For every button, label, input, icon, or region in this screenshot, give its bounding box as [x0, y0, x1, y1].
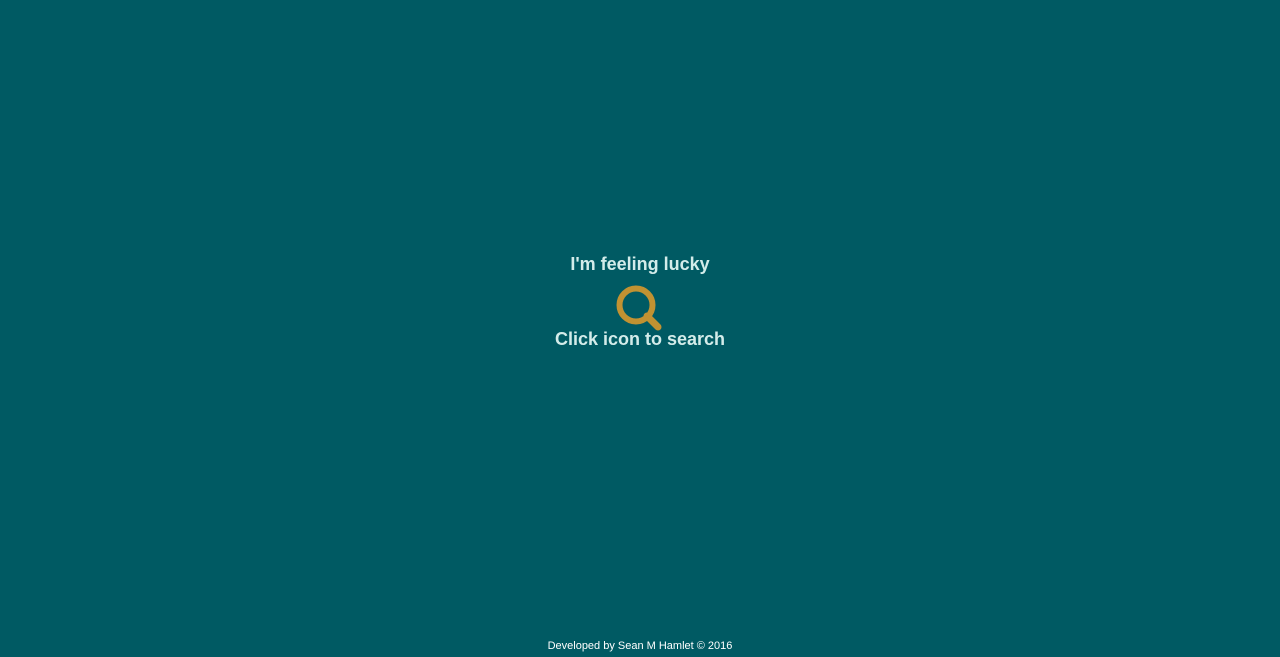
main-content: I'm feeling lucky Click icon to search — [0, 253, 1280, 350]
search-button[interactable] — [615, 284, 665, 334]
footer-credit: Developed by Sean M Hamlet © 2016 — [547, 640, 733, 652]
feeling-lucky-link[interactable]: I'm feeling lucky — [570, 253, 709, 275]
search-icon — [616, 285, 662, 331]
search-hint: Click icon to search — [554, 329, 726, 349]
